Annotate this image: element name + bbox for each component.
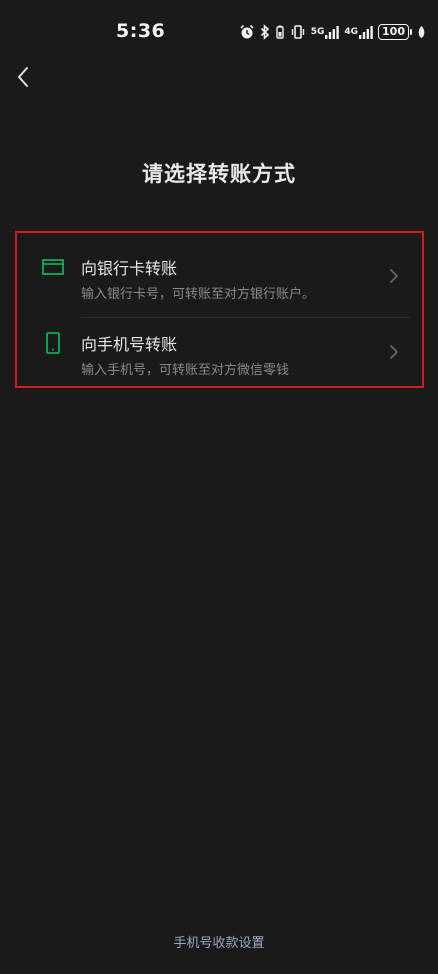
signal-5g-icon: 5G [311,25,340,39]
alarm-icon [239,24,255,40]
page-title: 请选择转账方式 [142,162,296,186]
option-description: 输入银行卡号，可转账至对方银行账户。 [81,287,316,302]
back-button[interactable] [8,62,38,92]
signal-4g-icon: 4G [344,25,373,39]
status-icons: 5G 4G 100 [239,22,426,42]
battery-level: 100 [378,24,409,40]
battery-saver-icon [275,24,285,40]
battery-icon: 100 [378,24,412,40]
bank-card-icon [41,255,65,279]
vibrate-icon [290,24,306,40]
phone-receive-settings-link[interactable]: 手机号收款设置 [0,932,438,951]
leaf-icon [417,25,426,39]
mobile-phone-icon [41,331,65,355]
bluetooth-icon [260,24,270,40]
status-time: 5:36 [116,20,166,42]
chevron-left-icon [18,67,28,87]
option-title: 向银行卡转账 [81,259,178,278]
status-bar: 5:36 5G 4G 100 [0,0,438,64]
transfer-options: 向银行卡转账 输入银行卡号，可转账至对方银行账户。 向手机号转账 输入手机号，可… [15,231,424,388]
chevron-right-icon [390,345,398,359]
option-phone-transfer[interactable]: 向手机号转账 输入手机号，可转账至对方微信零钱 [17,313,422,390]
option-description: 输入手机号，可转账至对方微信零钱 [81,363,290,378]
signal-5g-label: 5G [310,26,325,37]
signal-4g-label: 4G [344,26,359,37]
chevron-right-icon [390,269,398,283]
option-bank-card-transfer[interactable]: 向银行卡转账 输入银行卡号，可转账至对方银行账户。 [17,237,422,318]
option-title: 向手机号转账 [81,335,178,354]
